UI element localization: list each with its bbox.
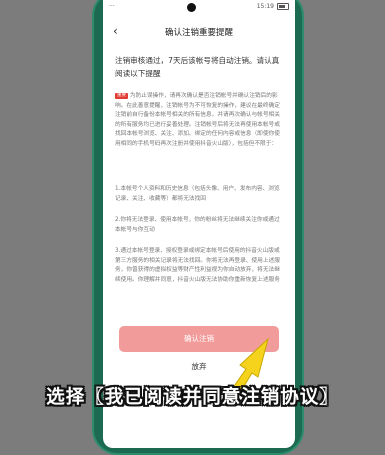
point-item-3: 3.通过本帐号登录、授权登录或绑定本帐号后使用的抖音火山版或第三方服务的相关记录… bbox=[115, 248, 280, 283]
warning-text: 为防止误操作，请再次确认是否注销帐号并确认注销后的影响。在此善意提醒，注销帐号为… bbox=[115, 93, 280, 147]
status-right: 15:19 bbox=[257, 3, 289, 10]
status-left: ··· bbox=[109, 3, 115, 10]
status-bar: ··· 15:19 bbox=[103, 0, 295, 14]
intro-text: 注销审核通过，7天后该帐号将自动注销。请认真阅读以下提醒 bbox=[115, 56, 280, 78]
important-badge: 重要 bbox=[115, 93, 128, 99]
battery-icon bbox=[277, 3, 289, 10]
camera-notch-icon bbox=[187, 3, 196, 12]
status-time: 15:19 bbox=[256, 3, 274, 10]
point-item-2: 2.你将无法登录、使用本帐号，你的粉丝将无法继续关注你或通过本帐号与你互动 bbox=[115, 217, 280, 233]
page-title: 确认注销重要提醒 bbox=[164, 28, 233, 38]
point-item-1: 1.本帐号个人资料和历史信息（包括头像、用户、发布内容、浏览记录、关注、收藏等）… bbox=[115, 186, 280, 202]
warning-paragraph: 重要 为防止误操作，请再次确认是否注销帐号并确认注销后的影响。在此善意提醒，注销… bbox=[115, 92, 283, 150]
header-bar: ‹ 确认注销重要提醒 bbox=[103, 20, 295, 44]
instruction-caption: 选择〖我已阅读并同意注销协议〗 bbox=[46, 387, 339, 408]
